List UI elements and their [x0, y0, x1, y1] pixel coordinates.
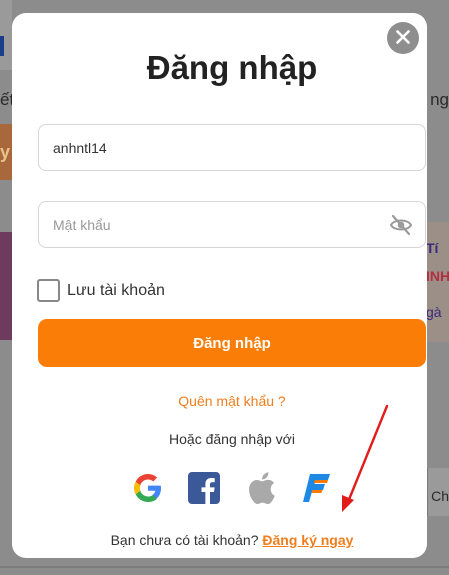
background-right-box-text: Ch: [431, 488, 449, 504]
login-modal: Đăng nhập Lưu tài khoản Đăng nhập Quên m…: [12, 13, 427, 558]
background-right-text: ng: [430, 90, 449, 109]
modal-title: Đăng nhập: [146, 49, 318, 86]
signup-row: Bạn chưa có tài khoản? Đăng ký ngay: [12, 532, 449, 548]
username-field[interactable]: [38, 124, 426, 171]
background-left-banner: [0, 232, 12, 340]
username-input[interactable]: [53, 139, 411, 156]
eye-slash-icon[interactable]: [389, 214, 413, 236]
background-banner-line: Tí: [426, 240, 439, 256]
apple-icon: [246, 471, 276, 509]
remember-me[interactable]: Lưu tài khoản: [37, 279, 165, 302]
forgot-password-link[interactable]: Quên mật khẩu ?: [12, 393, 449, 409]
or-login-with-text: Hoặc đăng nhập với: [169, 431, 295, 447]
background-accent: [0, 36, 4, 56]
background-banner-line: gà: [426, 304, 442, 320]
signup-prompt: Bạn chưa có tài khoản?: [110, 532, 259, 548]
background-right-banner: Tí INH gà: [424, 222, 449, 342]
f-brand-login-button[interactable]: [300, 473, 334, 507]
password-field[interactable]: [38, 201, 426, 248]
signup-link[interactable]: Đăng ký ngay: [262, 532, 353, 548]
facebook-login-button[interactable]: [187, 471, 221, 509]
google-login-button[interactable]: [131, 473, 165, 507]
google-icon: [132, 472, 164, 509]
facebook-icon: [188, 471, 220, 509]
close-button[interactable]: [387, 22, 419, 54]
background-left-badge: y: [0, 124, 12, 180]
remember-checkbox[interactable]: [37, 279, 60, 302]
background-divider: [0, 566, 449, 568]
f-brand-icon: [301, 472, 333, 509]
background-card: [0, 0, 12, 70]
login-button[interactable]: Đăng nhập: [38, 319, 426, 367]
remember-label: Lưu tài khoản: [67, 281, 165, 299]
background-banner-line: INH: [426, 268, 449, 284]
apple-login-button[interactable]: [244, 471, 278, 509]
password-input[interactable]: [53, 216, 411, 233]
close-icon: [396, 29, 410, 47]
